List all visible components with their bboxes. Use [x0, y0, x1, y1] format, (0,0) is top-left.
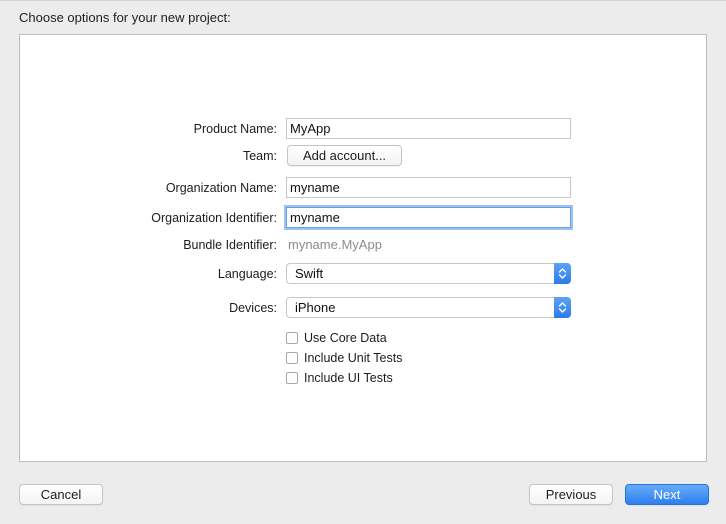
language-label: Language: [217, 267, 277, 281]
product-name-label: Product Name: [193, 122, 277, 136]
use-core-data-label: Use Core Data [304, 331, 387, 345]
next-button[interactable]: Next [625, 484, 709, 505]
include-ui-tests-label: Include UI Tests [304, 371, 393, 385]
use-core-data-checkbox[interactable] [286, 332, 298, 344]
dialog-heading: Choose options for your new project: [19, 10, 231, 25]
product-name-field[interactable]: MyApp [286, 118, 571, 139]
organization-name-label: Organization Name: [165, 181, 277, 195]
language-selected: Swift [295, 266, 324, 281]
top-separator [0, 0, 726, 1]
chevron-up-down-icon [554, 297, 571, 318]
language-popup[interactable]: Swift [286, 263, 571, 284]
include-unit-tests-label: Include Unit Tests [304, 351, 403, 365]
devices-popup[interactable]: iPhone [286, 297, 571, 318]
add-account-button[interactable]: Add account... [287, 145, 402, 166]
cancel-button[interactable]: Cancel [19, 484, 103, 505]
organization-identifier-field[interactable]: myname [286, 207, 571, 228]
chevron-up-down-icon [554, 263, 571, 284]
include-unit-tests-checkbox[interactable] [286, 352, 298, 364]
bundle-identifier-value: myname.MyApp [288, 237, 382, 252]
devices-selected: iPhone [295, 300, 336, 315]
devices-label: Devices: [229, 301, 277, 315]
team-label: Team: [242, 149, 277, 163]
organization-identifier-label: Organization Identifier: [151, 211, 277, 225]
bundle-identifier-label: Bundle Identifier: [183, 238, 277, 252]
include-ui-tests-checkbox[interactable] [286, 372, 298, 384]
organization-name-field[interactable]: myname [286, 177, 571, 198]
previous-button[interactable]: Previous [529, 484, 613, 505]
